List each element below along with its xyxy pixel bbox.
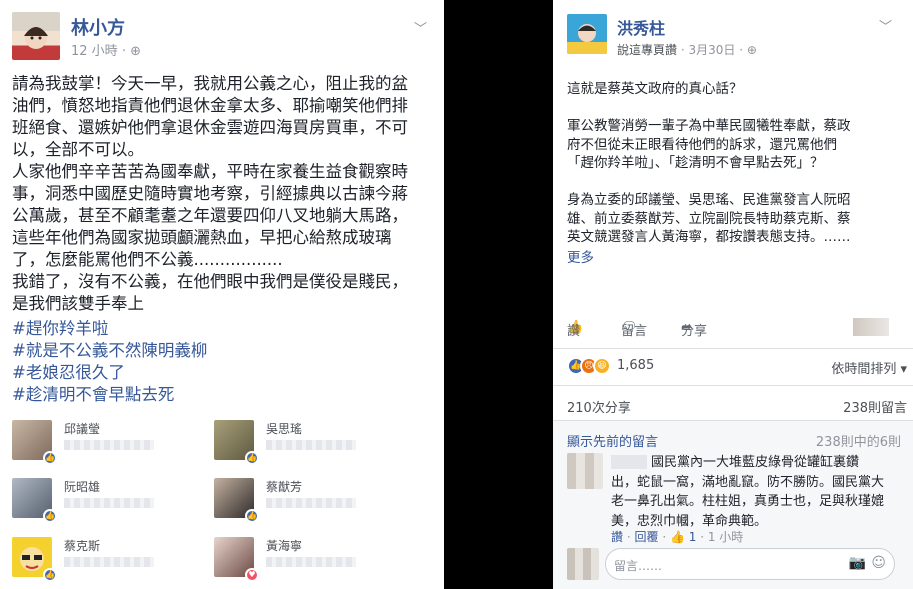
page-avatar[interactable] [567, 14, 607, 54]
blurred-text [266, 440, 356, 450]
like-icon: 👍 [245, 509, 259, 523]
hashtag-list: #趕你羚羊啦 #就是不公義不然陳明義柳 #老娘忍很久了 #趁清明不會早點去死 [12, 318, 432, 406]
tagged-user[interactable]: 吳思瑤 👍 [214, 420, 364, 466]
comment-like-button[interactable]: 讚 [611, 530, 623, 544]
comment-label: 留言 [621, 324, 648, 339]
hashtag-link[interactable]: #趁清明不會早點去死 [12, 384, 432, 406]
camera-icon[interactable]: 📷 [849, 555, 866, 571]
divider [553, 348, 913, 349]
chevron-down-icon: ▾ [896, 362, 907, 377]
author-name[interactable]: 林小方 [71, 14, 125, 40]
action-bar: 👍 讚 🗨 留言 ➦ 分享 [567, 320, 897, 342]
chevron-down-icon[interactable]: ﹀ [879, 16, 892, 35]
author-avatar[interactable] [12, 12, 60, 60]
blurred-text [266, 557, 356, 567]
comment-counter: 238則中的6則 [815, 435, 901, 450]
divider [553, 420, 913, 421]
love-icon: ♥ [245, 568, 259, 582]
blurred-text [64, 440, 154, 450]
tagged-user[interactable]: 邱議瑩 👍 [12, 420, 162, 466]
comment-time[interactable]: 1 小時 [708, 530, 743, 544]
page-like-label[interactable]: 說這專頁讚 [617, 43, 677, 57]
view-previous-comments-link[interactable]: 顯示先前的留言 [567, 435, 658, 450]
blurred-text [64, 498, 154, 508]
reaction-summary[interactable]: 👍 😠 😆 1,685 依時間排列 ▾ [567, 357, 907, 377]
right-post: 洪秀柱 說這專頁讚 · 3月30日 · ⊕ ﹀ 這就是蔡英文政府的真心話？ 軍公… [553, 0, 913, 589]
post-time[interactable]: 12 小時 [71, 44, 118, 59]
comment-count[interactable]: 238則留言 [843, 397, 907, 416]
previous-comments-row: 顯示先前的留言 238則中的6則 [567, 431, 901, 450]
comment-input-placeholder: 留言…… [614, 559, 663, 573]
blurred-text [64, 557, 154, 567]
left-post: 林小方 12 小時 · ⊕ ﹀ 請為我鼓掌！今天一早，我就用公義之心，阻止我的盆… [0, 0, 444, 589]
reaction-count[interactable]: 1,685 [617, 358, 654, 373]
hashtag-link[interactable]: #就是不公義不然陳明義柳 [12, 340, 432, 362]
blurred-thumbnail [853, 318, 889, 336]
tagged-user[interactable]: 蔡克斯 👍 [12, 537, 162, 583]
tagged-user[interactable]: 阮昭雄 👍 [12, 478, 162, 524]
share-count[interactable]: 210次分享 [567, 401, 631, 416]
like-icon: 👍 [43, 568, 57, 582]
tagged-user[interactable]: 黃海寧 ♥ [214, 537, 364, 583]
divider [553, 385, 913, 386]
comment-input[interactable]: 留言…… 📷 ☺ [605, 548, 895, 580]
post-body: 這就是蔡英文政府的真心話？ 軍公教警消勞一輩子為中華民國犧牲奉獻，蔡政 府不但從… [567, 81, 851, 245]
tagged-user-name[interactable]: 蔡猷芳 [266, 478, 302, 495]
chevron-down-icon[interactable]: ﹀ [414, 18, 427, 37]
hashtag-link[interactable]: #趕你羚羊啦 [12, 318, 432, 340]
share-label: 分享 [681, 324, 708, 339]
like-icon: 👍 [669, 530, 685, 544]
tagged-user[interactable]: 蔡猷芳 👍 [214, 478, 364, 524]
globe-icon: · ⊕ [739, 43, 757, 57]
haha-icon: 😆 [593, 357, 611, 375]
like-label: 讚 [567, 324, 581, 339]
see-more-link[interactable]: 更多 [567, 246, 594, 266]
blurred-text [266, 498, 356, 508]
like-icon: 👍 [43, 509, 57, 523]
commenter-avatar[interactable] [567, 453, 603, 489]
sort-dropdown[interactable]: 依時間排列 ▾ [831, 358, 907, 377]
like-icon: 👍 [43, 451, 57, 465]
like-icon: 👍 [245, 451, 259, 465]
current-user-avatar [567, 548, 599, 580]
sort-label: 依時間排列 [831, 362, 897, 377]
comment-reply-button[interactable]: 回覆 [634, 530, 658, 544]
post-date[interactable]: 3月30日 [688, 43, 735, 57]
emoji-icon[interactable]: ☺ [871, 555, 886, 571]
comment-body: 國民黨內一大堆藍皮綠骨從罐缸裏鑽 出，蛇鼠一窩，滿地亂竄。防不勝防。國民黨大 老… [611, 455, 885, 529]
tagged-user-name[interactable]: 邱議瑩 [64, 420, 100, 437]
globe-icon: · ⊕ [121, 44, 141, 59]
comment-actions: 讚 · 回覆 · 👍 1 · 1 小時 [611, 530, 744, 544]
share-comment-stats: 210次分享 238則留言 [567, 397, 907, 416]
post-body: 請為我鼓掌！今天一早，我就用公義之心，阻止我的盆 油們，憤怒地指責他們退休金拿太… [12, 74, 408, 313]
post-subtitle: 說這專頁讚 · 3月30日 · ⊕ [617, 43, 757, 57]
post-timestamp[interactable]: 12 小時 · ⊕ [71, 40, 141, 59]
comment-like-count[interactable]: 1 [689, 530, 697, 544]
tagged-user-name[interactable]: 吳思瑤 [266, 420, 302, 437]
tagged-user-name[interactable]: 蔡克斯 [64, 537, 100, 554]
hashtag-link[interactable]: #老娘忍很久了 [12, 362, 432, 384]
page-name[interactable]: 洪秀柱 [617, 15, 665, 39]
tagged-user-name[interactable]: 阮昭雄 [64, 478, 100, 495]
tagged-user-name[interactable]: 黃海寧 [266, 537, 302, 554]
